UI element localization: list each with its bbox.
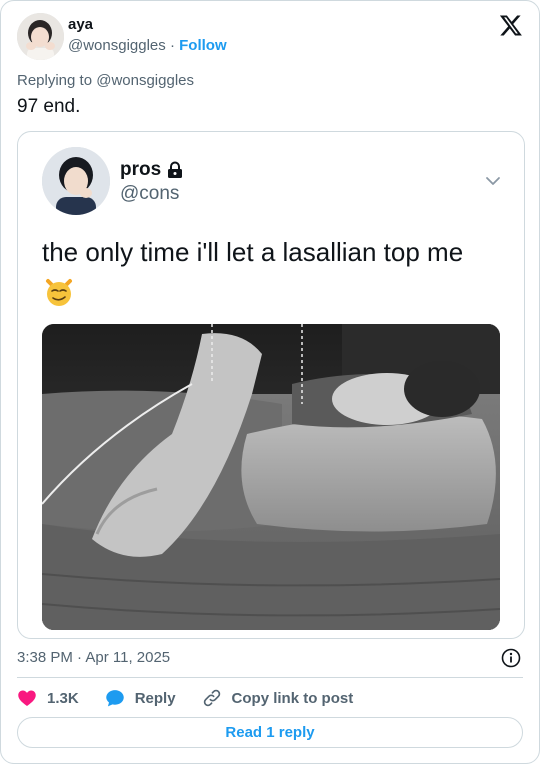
like-button[interactable]: 1.3K (17, 688, 79, 708)
x-logo-icon[interactable] (499, 13, 523, 37)
author-handle-row: @wonsgiggles · Follow (68, 37, 227, 54)
quoted-author-name-row: pros (120, 159, 183, 181)
reply-bubble-icon (105, 690, 124, 707)
reply-button[interactable]: Reply (105, 688, 176, 708)
tweet-timestamp[interactable]: 3:38 PM · Apr 11, 2025 (17, 649, 170, 666)
author-handle[interactable]: @wonsgiggles (68, 37, 166, 54)
heart-icon (18, 690, 36, 706)
author-avatar[interactable] (17, 13, 64, 60)
read-replies-button[interactable]: Read 1 reply (17, 717, 523, 748)
chevron-down-icon[interactable] (484, 172, 502, 190)
copy-link-label: Copy link to post (231, 689, 354, 707)
lock-icon (168, 161, 183, 178)
replying-to-label[interactable]: Replying to @wonsgiggles (17, 72, 194, 89)
author-name[interactable]: aya (68, 16, 93, 33)
link-icon (203, 689, 220, 707)
like-count: 1.3K (47, 689, 79, 707)
divider (17, 677, 523, 678)
quoted-author-name[interactable]: pros (120, 159, 161, 181)
tweet-actions-bar: 1.3K Reply Copy link to post (17, 687, 379, 709)
tweet-embed-card: aya @wonsgiggles · Follow Replying to @w… (0, 0, 540, 764)
reply-label: Reply (134, 689, 176, 707)
separator-dot: · (169, 37, 175, 54)
quoted-tweet-photo[interactable] (42, 324, 500, 630)
quoted-author-handle[interactable]: @cons (120, 183, 179, 205)
quoted-tweet[interactable]: pros @cons the only time i'll let a lasa… (17, 131, 525, 639)
quoted-tweet-text: the only time i'll let a lasallian top m… (42, 237, 464, 267)
copy-link-button[interactable]: Copy link to post (202, 688, 354, 708)
tweet-text: 97 end. (17, 96, 81, 117)
smirking-cat-emoji (44, 277, 74, 307)
follow-button[interactable]: Follow (179, 37, 227, 54)
quoted-author-avatar[interactable] (42, 147, 110, 215)
info-icon[interactable] (501, 648, 521, 668)
